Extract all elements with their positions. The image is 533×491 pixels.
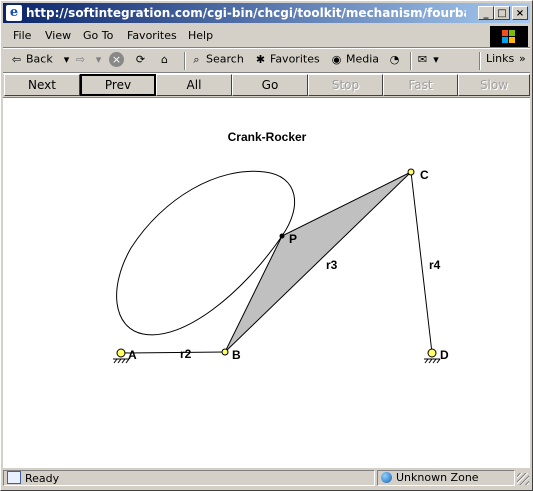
fourbar-diagram: Crank-Rocker A B C D P r2 r3 r4 bbox=[113, 130, 449, 364]
back-label: Back bbox=[26, 52, 53, 66]
close-button[interactable]: × bbox=[512, 6, 528, 20]
label-r3: r3 bbox=[326, 258, 338, 272]
page-icon bbox=[7, 471, 21, 484]
search-icon: ⌕ bbox=[193, 53, 200, 66]
toolbar-separator bbox=[479, 52, 481, 70]
label-b: B bbox=[232, 348, 241, 362]
back-button[interactable]: ⇦ Back bbox=[9, 52, 53, 70]
favorites-star-icon: ✱ bbox=[255, 53, 266, 66]
fast-button[interactable]: Fast bbox=[383, 74, 458, 96]
browser-window: e http://softintegration.com/cgi-bin/chc… bbox=[0, 0, 533, 491]
home-button[interactable]: ⌂ bbox=[157, 52, 174, 70]
forward-button[interactable]: ⇨ bbox=[73, 52, 90, 70]
label-r2: r2 bbox=[180, 347, 192, 361]
label-p: P bbox=[289, 232, 297, 246]
label-d: D bbox=[440, 348, 449, 362]
toolbar: ⇦ Back ▾ ⇨ ▾ × ⟳ ⌂ ⌕ Search ✱ Favorites ◉ Me… bbox=[3, 49, 530, 73]
page-content: Crank-Rocker A B C D P r2 r3 r4 bbox=[3, 97, 530, 468]
menu-help[interactable]: Help bbox=[188, 29, 213, 42]
history-icon: ◔ bbox=[389, 53, 400, 66]
prev-button[interactable]: Prev bbox=[80, 74, 156, 96]
status-text-cell: Ready bbox=[3, 470, 375, 486]
slow-button[interactable]: Slow bbox=[458, 74, 530, 96]
home-icon: ⌂ bbox=[161, 53, 168, 66]
ground-pivot-a bbox=[113, 348, 130, 364]
status-text: Ready bbox=[25, 472, 60, 485]
next-button[interactable]: Next bbox=[4, 74, 80, 96]
windows-flag-icon bbox=[502, 30, 516, 44]
toolbar-separator bbox=[184, 52, 186, 70]
globe-icon bbox=[381, 472, 392, 483]
windows-logo-throbber bbox=[490, 26, 528, 48]
history-button[interactable]: ◔ bbox=[387, 52, 404, 70]
window-title: http://softintegration.com/cgi-bin/chcgi… bbox=[26, 6, 466, 20]
go-button[interactable]: Go bbox=[232, 74, 308, 96]
menu-bar: File View Go To Favorites Help bbox=[3, 25, 530, 48]
label-r4: r4 bbox=[429, 258, 441, 272]
dropdown-arrow-icon: ▾ bbox=[433, 53, 439, 66]
joint-b bbox=[221, 348, 229, 356]
favorites-button[interactable]: ✱ Favorites bbox=[253, 52, 320, 70]
refresh-icon: ⟳ bbox=[135, 53, 146, 66]
joint-c bbox=[407, 168, 415, 176]
menu-go-to[interactable]: Go To bbox=[83, 29, 113, 42]
back-arrow-icon: ⇦ bbox=[11, 53, 22, 66]
toolbar-chevron-icon[interactable]: » bbox=[519, 52, 526, 70]
menu-view[interactable]: View bbox=[45, 29, 71, 42]
menu-file[interactable]: File bbox=[13, 29, 31, 42]
status-bar: Ready Unknown Zone bbox=[3, 469, 530, 488]
label-c: C bbox=[420, 168, 429, 182]
ground-pivot-d bbox=[424, 348, 441, 364]
minimize-button[interactable]: _ bbox=[478, 6, 494, 20]
zone-text: Unknown Zone bbox=[396, 471, 479, 484]
maximize-button[interactable]: □ bbox=[494, 6, 510, 20]
stop-animation-button[interactable]: Stop bbox=[308, 74, 383, 96]
ie-logo-icon: e bbox=[6, 5, 22, 21]
dropdown-arrow-icon: ▾ bbox=[95, 53, 102, 66]
stop-button[interactable]: × bbox=[109, 52, 126, 70]
mail-button[interactable]: ✉ ▾ bbox=[415, 52, 442, 70]
dropdown-arrow-icon: ▾ bbox=[63, 53, 70, 66]
search-label: Search bbox=[206, 52, 244, 66]
coupler-link-r3 bbox=[224, 171, 412, 353]
links-button[interactable]: Links bbox=[486, 52, 514, 70]
coupler-point-p bbox=[279, 233, 285, 239]
zone-cell: Unknown Zone bbox=[377, 470, 515, 486]
mail-icon: ✉ bbox=[417, 53, 428, 66]
label-a: A bbox=[128, 348, 137, 362]
resize-grip-icon[interactable] bbox=[517, 473, 529, 485]
media-label: Media bbox=[346, 52, 380, 66]
stop-icon: × bbox=[109, 52, 124, 67]
refresh-button[interactable]: ⟳ bbox=[133, 52, 150, 70]
forward-arrow-icon: ⇨ bbox=[75, 53, 86, 66]
media-button[interactable]: ◉ Media bbox=[329, 52, 379, 70]
media-icon: ◉ bbox=[331, 53, 342, 66]
title-bar[interactable]: e http://softintegration.com/cgi-bin/chc… bbox=[3, 3, 530, 23]
search-button[interactable]: ⌕ Search bbox=[189, 52, 244, 70]
forward-dropdown[interactable]: ▾ bbox=[91, 52, 108, 70]
diagram-title: Crank-Rocker bbox=[228, 130, 307, 144]
favorites-label: Favorites bbox=[270, 52, 320, 66]
animation-nav-bar: Next Prev All Go Stop Fast Slow bbox=[4, 74, 530, 96]
toolbar-separator bbox=[410, 52, 412, 70]
menu-favorites[interactable]: Favorites bbox=[127, 29, 177, 42]
all-button[interactable]: All bbox=[156, 74, 232, 96]
